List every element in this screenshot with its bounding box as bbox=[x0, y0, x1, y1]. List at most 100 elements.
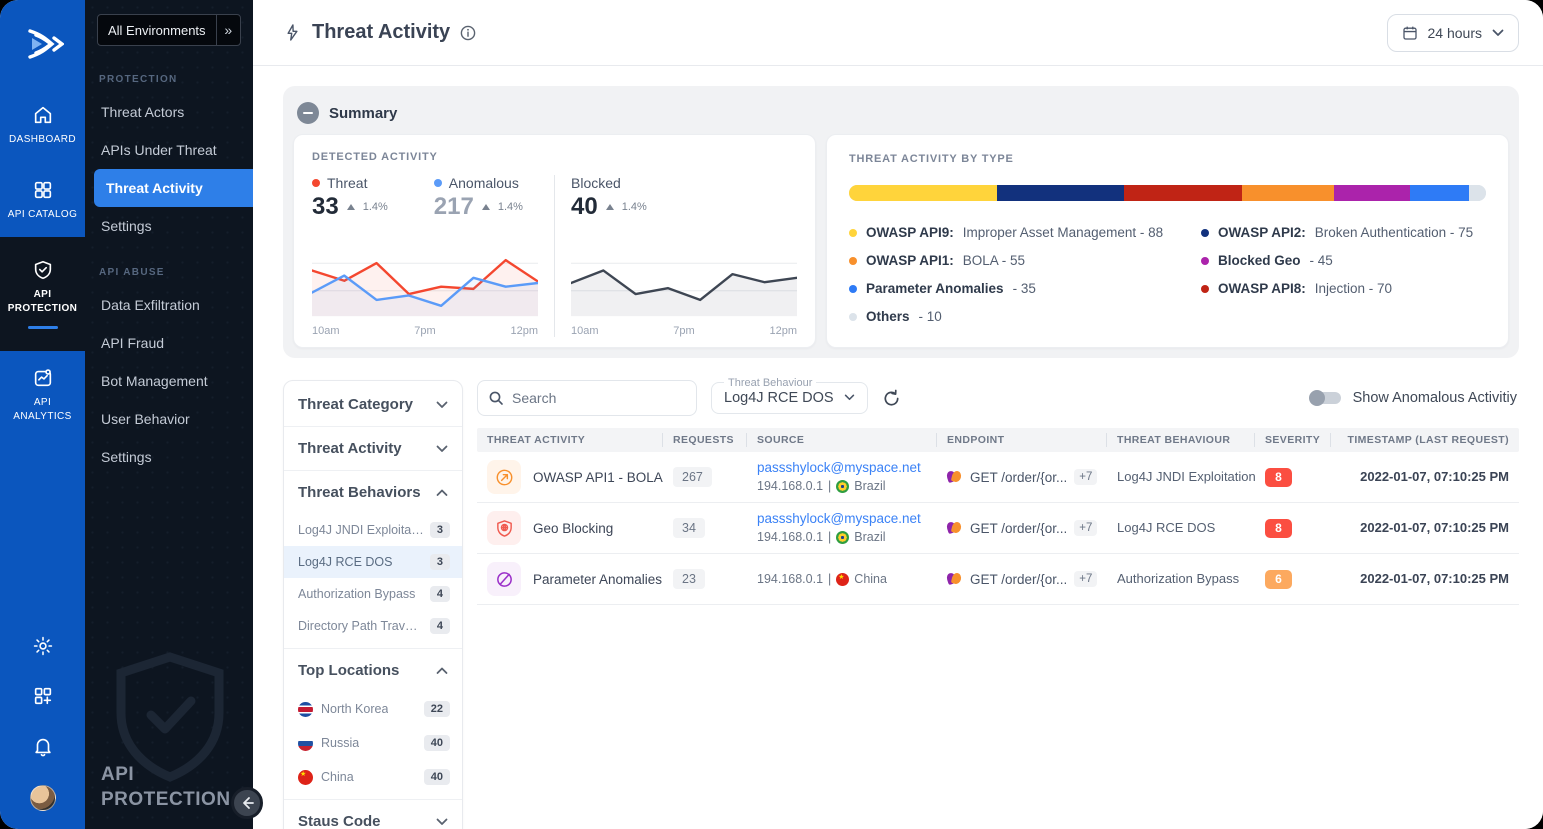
filter-header-threat-behaviors[interactable]: Threat Behaviors bbox=[284, 471, 462, 514]
column-header-threat-behaviour[interactable]: THREAT BEHAVIOUR bbox=[1107, 428, 1255, 452]
sidebar-item-apis-under-threat[interactable]: APIs Under Threat bbox=[85, 131, 253, 169]
rail-item-api-protection[interactable]: API PROTECTION bbox=[0, 237, 85, 351]
bar-segment bbox=[849, 185, 997, 201]
column-header-endpoint[interactable]: ENDPOINT bbox=[937, 428, 1107, 452]
chevron-down-icon bbox=[436, 818, 448, 826]
endpoint-more-badge[interactable]: +7 bbox=[1074, 571, 1097, 587]
environment-selector[interactable]: All Environments » bbox=[97, 14, 241, 46]
gear-icon[interactable] bbox=[32, 635, 54, 657]
grid-icon bbox=[32, 179, 54, 201]
endpoint-more-badge[interactable]: +7 bbox=[1074, 469, 1097, 485]
legend-dot bbox=[1201, 285, 1209, 293]
column-header-requests[interactable]: REQUESTS bbox=[663, 428, 747, 452]
count-badge: 40 bbox=[424, 735, 450, 751]
x-tick: 12pm bbox=[769, 325, 797, 337]
column-header-timestamp[interactable]: TIMESTAMP (LAST REQUEST) bbox=[1331, 428, 1519, 452]
filter-header-threat-activity[interactable]: Threat Activity bbox=[284, 427, 462, 470]
column-header-threat-activity[interactable]: THREAT ACTIVITY bbox=[477, 428, 663, 452]
app-window: DASHBOARD API CATALOG API PROTECTION bbox=[0, 0, 1543, 829]
brand-logo[interactable] bbox=[0, 0, 85, 88]
anomalous-stat-name: Anomalous bbox=[449, 175, 519, 191]
endpoint-method-icon bbox=[947, 521, 963, 535]
rail-item-api-catalog[interactable]: API CATALOG bbox=[0, 163, 85, 238]
column-header-source[interactable]: SOURCE bbox=[747, 428, 937, 452]
sidebar-watermark-label: API PROTECTION bbox=[101, 762, 231, 813]
bell-icon[interactable] bbox=[32, 735, 54, 757]
sidebar-item-user-behavior[interactable]: User Behavior bbox=[85, 400, 253, 438]
filter-item-directory-path-traversal[interactable]: Directory Path Traversal 4 bbox=[284, 610, 462, 648]
top-bar: Threat Activity 24 hours bbox=[253, 0, 1543, 66]
environment-expand-icon[interactable]: » bbox=[216, 15, 240, 45]
user-avatar[interactable] bbox=[30, 785, 56, 811]
filter-item-china[interactable]: China 40 bbox=[284, 760, 462, 799]
summary-section: Summary DETECTED ACTIVITY Threat bbox=[283, 86, 1519, 358]
sidebar-item-threat-actors[interactable]: Threat Actors bbox=[85, 93, 253, 131]
table-row[interactable]: Geo Blocking 34 passshylock@myspace.net … bbox=[477, 503, 1519, 554]
blocked-stat: Blocked 40 1.4% bbox=[571, 175, 647, 231]
endpoint-path: GET /order/{or... bbox=[970, 470, 1067, 485]
threat-by-type-label: THREAT ACTIVITY BY TYPE bbox=[849, 153, 1486, 165]
collapse-summary-button[interactable] bbox=[297, 102, 319, 124]
sidebar-collapse-button[interactable] bbox=[231, 787, 263, 819]
table-row[interactable]: OWASP API1 - BOLA 267 passshylock@myspac… bbox=[477, 452, 1519, 503]
endpoint-method-icon bbox=[947, 470, 963, 484]
filter-item-russia[interactable]: Russia 40 bbox=[284, 726, 462, 760]
filter-header-threat-category[interactable]: Threat Category bbox=[284, 383, 462, 426]
threat-by-type-stacked-bar bbox=[849, 185, 1486, 201]
endpoint-method-icon bbox=[947, 572, 963, 586]
threat-activity-name: OWASP API1 - BOLA bbox=[533, 470, 663, 485]
trend-up-icon bbox=[347, 204, 355, 210]
bar-segment bbox=[1334, 185, 1410, 201]
threat-anomalous-group: Threat 33 1.4% bbox=[312, 175, 538, 337]
sidebar-item-settings-abuse[interactable]: Settings bbox=[85, 438, 253, 476]
requests-badge: 34 bbox=[673, 518, 705, 538]
sidebar-item-data-exfiltration[interactable]: Data Exfiltration bbox=[85, 286, 253, 324]
add-widget-icon[interactable] bbox=[32, 685, 54, 707]
bar-segment bbox=[1124, 185, 1242, 201]
sidebar-item-settings-protection[interactable]: Settings bbox=[85, 207, 253, 245]
send-icon bbox=[487, 460, 521, 494]
chevron-down-icon bbox=[436, 445, 448, 453]
source-location: 194.168.0.1| Brazil bbox=[757, 528, 927, 547]
rail-item-label: DASHBOARD bbox=[9, 133, 76, 147]
legend-item: Blocked Geo - 45 bbox=[1201, 253, 1494, 268]
section-title-protection: PROTECTION bbox=[85, 52, 253, 93]
sidebar-item-api-fraud[interactable]: API Fraud bbox=[85, 324, 253, 362]
arrow-left-icon bbox=[240, 796, 254, 810]
shield-check-icon bbox=[32, 259, 54, 281]
rail-item-api-analytics[interactable]: API ANALYTICS bbox=[0, 351, 85, 439]
filter-header-status-code[interactable]: Staus Code bbox=[284, 800, 462, 829]
table-area: Threat Behaviour Log4J RCE DOS bbox=[477, 380, 1519, 605]
blocked-stat-delta: 1.4% bbox=[622, 201, 647, 213]
filter-header-top-locations[interactable]: Top Locations bbox=[284, 649, 462, 692]
threat-stat: Threat 33 1.4% bbox=[312, 175, 388, 231]
sidebar-item-bot-management[interactable]: Bot Management bbox=[85, 362, 253, 400]
reset-filters-button[interactable] bbox=[882, 389, 901, 408]
source-email-link[interactable]: passshylock@myspace.net bbox=[757, 459, 927, 477]
threat-activity-name: Geo Blocking bbox=[533, 521, 613, 536]
info-icon[interactable] bbox=[460, 25, 476, 41]
filter-item-authorization-bypass[interactable]: Authorization Bypass 4 bbox=[284, 578, 462, 610]
threat-dot bbox=[312, 179, 320, 187]
filter-item-log4j-jndi[interactable]: Log4J JNDI Exploitation 3 bbox=[284, 514, 462, 546]
search-box bbox=[477, 380, 697, 416]
sidebar-item-threat-activity[interactable]: Threat Activity bbox=[94, 169, 253, 207]
endpoint-more-badge[interactable]: +7 bbox=[1074, 520, 1097, 536]
source-email-link[interactable]: passshylock@myspace.net bbox=[757, 510, 927, 528]
rail-item-dashboard[interactable]: DASHBOARD bbox=[0, 88, 85, 163]
threat-behaviour-select[interactable]: Threat Behaviour Log4J RCE DOS bbox=[711, 377, 868, 414]
count-badge: 4 bbox=[430, 618, 450, 634]
filter-item-north-korea[interactable]: North Korea 22 bbox=[284, 692, 462, 726]
show-anomalous-toggle[interactable] bbox=[1311, 392, 1341, 404]
legend-item: Parameter Anomalies - 35 bbox=[849, 281, 1193, 296]
table-row[interactable]: Parameter Anomalies 23 194.168.0.1| Chin… bbox=[477, 554, 1519, 605]
filter-item-log4j-rce-dos[interactable]: Log4J RCE DOS 3 bbox=[284, 546, 462, 578]
threat-activity-name: Parameter Anomalies bbox=[533, 572, 662, 587]
time-range-dropdown[interactable]: 24 hours bbox=[1387, 14, 1519, 52]
anomalous-stat: Anomalous 217 1.4% bbox=[434, 175, 523, 231]
search-input[interactable] bbox=[477, 380, 697, 416]
timestamp-value: 2022-01-07, 07:10:25 PM bbox=[1360, 469, 1509, 484]
column-header-severity[interactable]: SEVERITY bbox=[1255, 428, 1331, 452]
x-tick: 12pm bbox=[510, 325, 538, 337]
requests-badge: 267 bbox=[673, 467, 712, 487]
